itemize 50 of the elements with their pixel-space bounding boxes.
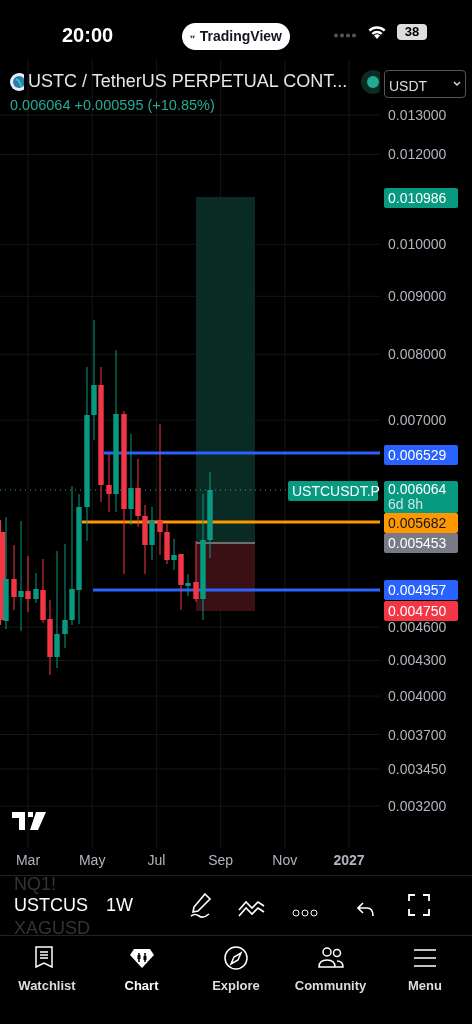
tradingview-logo-icon [12,812,46,830]
price-label: 0.010986 [384,188,458,208]
price-label: 0.005453 [384,533,458,554]
bar-countdown: 6d 8h [388,496,425,512]
price-axis-label: 0.007000 [388,410,447,430]
price-label: 0.006529 [384,444,458,465]
time-axis-label: Mar [15,851,41,870]
coin-icon [10,72,25,91]
chart-icon [128,946,155,970]
entry-line [195,542,256,544]
pen-icon[interactable] [189,892,213,918]
battery-icon: 38 [397,24,427,40]
tab[interactable]: Chart [94,936,189,1024]
price-axis-label: 0.010000 [388,234,447,254]
time-axis-label: Sep [208,851,234,870]
price-label: 0.004750 [384,601,458,622]
last-price: 0.006064 [10,97,71,113]
tab[interactable]: Menu [378,936,472,1024]
people-icon [317,946,344,970]
price-value: 0.006064 [388,481,448,497]
interval-button[interactable]: 1W [106,895,133,915]
tab[interactable]: Watchlist [0,936,94,1024]
price-axis-label: 0.013000 [388,105,447,125]
price-axis-label: 0.003700 [388,725,447,744]
price-label: 0.004957 [384,580,458,601]
time-axis-label: 2027 [333,851,365,870]
price-label: 0.005682 [384,513,458,533]
symbol-title[interactable]: USTC / TetherUS PERPETUAL CONT... [28,68,348,95]
price-axis-label: 0.003450 [388,759,447,779]
fullscreen-icon[interactable] [408,892,430,916]
price-axis-label: 0.009000 [388,286,447,306]
clock: 20:00 [62,23,114,48]
price-axis-label: 0.012000 [388,144,447,164]
tab[interactable]: Explore [189,936,283,1024]
symbol-selector[interactable]: USTCUS [14,895,88,915]
time-axis-label: Nov [272,851,298,870]
wifi-icon [367,24,387,39]
time-axis-label: May [78,851,106,870]
app-name: TradingView [199,27,282,46]
price-axis-label: 0.003200 [388,796,447,816]
price-axis-label: 0.004000 [388,686,447,706]
price-axis-label: 0.004300 [388,650,447,670]
menu-icon [412,946,438,970]
tab[interactable]: Community [283,936,378,1024]
price-axis-label: 0.008000 [388,344,447,364]
compass-icon [223,946,249,970]
time-axis-label: Jul [147,851,166,870]
signal-icon [334,33,356,38]
price-change: +0.000595 (+10.85%) [74,97,215,113]
currency-dropdown[interactable]: USDT [384,70,466,98]
